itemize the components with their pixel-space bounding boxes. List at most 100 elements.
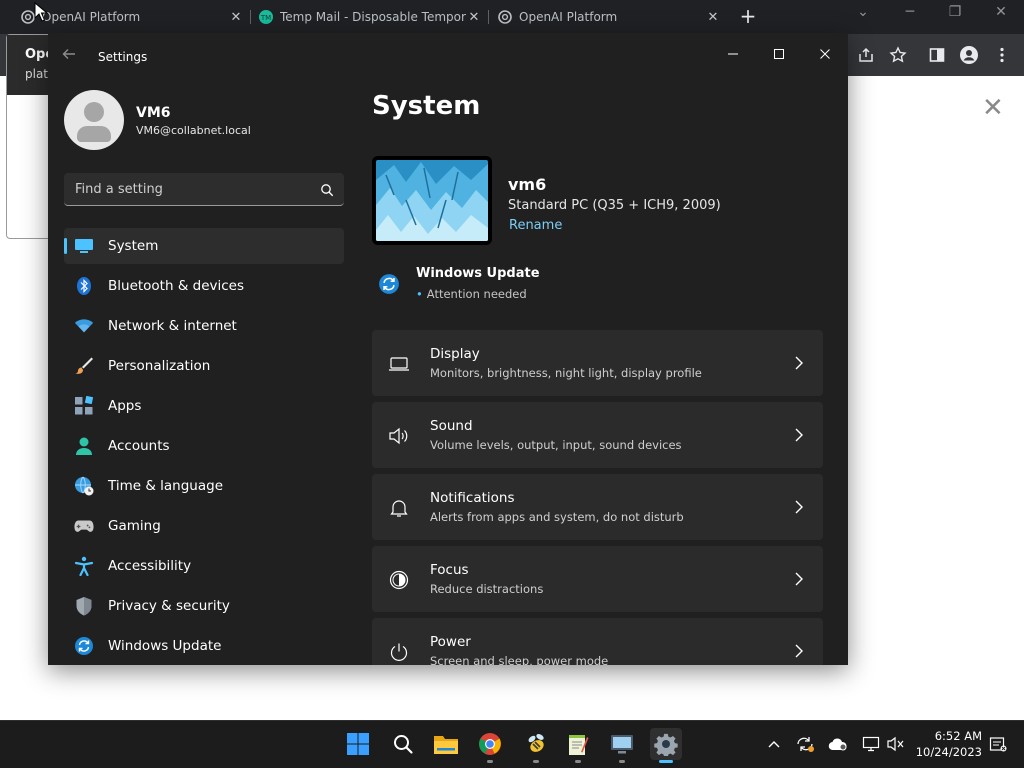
- close-button[interactable]: [805, 39, 845, 69]
- device-name: vm6: [508, 175, 547, 194]
- nav-item-apps[interactable]: Apps: [64, 388, 344, 424]
- browser-tab-openai-2[interactable]: OpenAI Platform ✕: [497, 0, 721, 34]
- bee-app-icon[interactable]: [520, 728, 552, 760]
- setting-card-focus[interactable]: Focus Reduce distractions: [372, 546, 823, 612]
- tab-search-chevron-icon[interactable]: ⌄: [851, 4, 875, 20]
- active-indicator: [64, 238, 67, 254]
- nav-label: Personalization: [108, 358, 211, 374]
- running-indicator: [575, 760, 581, 763]
- openai-logo-icon: [497, 9, 513, 25]
- nav-item-accounts[interactable]: Accounts: [64, 428, 344, 464]
- nav-item-personalization[interactable]: Personalization: [64, 348, 344, 384]
- nav-label: System: [108, 238, 159, 254]
- browser-menu-icon[interactable]: [991, 44, 1013, 66]
- chevron-right-icon: [793, 353, 805, 373]
- setting-card-power[interactable]: Power Screen and sleep, power mode: [372, 618, 823, 665]
- setting-card-notifications[interactable]: Notifications Alerts from apps and syste…: [372, 474, 823, 540]
- card-subtitle: Alerts from apps and system, do not dist…: [430, 510, 684, 524]
- search-placeholder: Find a setting: [75, 182, 163, 197]
- tab-title: Temp Mail - Disposable Temporary Email: [280, 10, 466, 24]
- nav-label: Bluetooth & devices: [108, 278, 245, 294]
- tab-close-icon[interactable]: ✕: [466, 10, 482, 25]
- browser-tab-openai-1[interactable]: OpenAI Platform ✕: [20, 0, 244, 34]
- browser-close-icon[interactable]: ✕: [989, 4, 1013, 20]
- windows-update-title[interactable]: Windows Update: [416, 266, 540, 281]
- power-icon: [388, 641, 410, 663]
- network-monitor-tray-icon[interactable]: [861, 735, 881, 753]
- nav-item-privacy-security[interactable]: Privacy & security: [64, 588, 344, 624]
- user-name: VM6: [136, 105, 171, 121]
- volume-muted-icon[interactable]: [886, 735, 906, 753]
- page-close-icon[interactable]: ✕: [982, 95, 1004, 121]
- tab-close-icon[interactable]: ✕: [228, 10, 244, 25]
- nav-item-bluetooth-devices[interactable]: Bluetooth & devices: [64, 268, 344, 304]
- accessibility-person-icon: [74, 556, 94, 576]
- settings-window: Settings VM6 VM6@collabnet.local Find a …: [48, 33, 848, 665]
- new-tab-button[interactable]: +: [738, 5, 758, 29]
- chrome-browser-icon[interactable]: [474, 728, 506, 760]
- update-sync-tray-icon[interactable]: [795, 735, 815, 753]
- avatar-head-shape: [84, 102, 104, 122]
- nav-item-network-internet[interactable]: Network & internet: [64, 308, 344, 344]
- taskbar-clock-time[interactable]: 6:52 AM: [930, 729, 982, 743]
- maximize-button[interactable]: [759, 39, 799, 69]
- tab-close-icon[interactable]: ✕: [705, 10, 721, 25]
- windows-update-status: • Attention needed: [416, 287, 527, 301]
- taskbar-clock-date[interactable]: 10/24/2023: [912, 745, 982, 759]
- apps-grid-icon: [74, 396, 94, 416]
- account-person-icon: [74, 436, 94, 456]
- notification-center-icon[interactable]: [988, 735, 1008, 753]
- nav-label: Windows Update: [108, 638, 222, 654]
- nav-label: Privacy & security: [108, 598, 230, 614]
- search-icon[interactable]: [320, 182, 334, 197]
- minimize-button[interactable]: [713, 39, 753, 69]
- wifi-icon: [74, 316, 94, 336]
- windows-update-status-icon[interactable]: [378, 273, 400, 295]
- nav-item-accessibility[interactable]: Accessibility: [64, 548, 344, 584]
- settings-gear-taskbar-icon[interactable]: [650, 728, 682, 760]
- chevron-right-icon: [793, 569, 805, 589]
- nav-label: Time & language: [108, 478, 224, 494]
- taskbar-search-icon[interactable]: [387, 728, 419, 760]
- nav-label: Accessibility: [108, 558, 192, 574]
- onedrive-cloud-icon[interactable]: [828, 735, 848, 753]
- start-windows-logo-icon[interactable]: [342, 728, 374, 760]
- browser-minimize-icon[interactable]: ─: [898, 4, 922, 20]
- setting-card-sound[interactable]: Sound Volume levels, output, input, soun…: [372, 402, 823, 468]
- remote-desktop-icon[interactable]: [606, 728, 638, 760]
- avatar-body-shape: [77, 126, 111, 142]
- paintbrush-icon: [74, 356, 94, 376]
- share-icon[interactable]: [855, 44, 877, 66]
- active-app-indicator: [659, 760, 673, 763]
- side-panel-icon[interactable]: [926, 44, 948, 66]
- show-hidden-icons-chevron-icon[interactable]: [764, 735, 784, 753]
- laptop-display-icon: [388, 353, 410, 375]
- nav-item-gaming[interactable]: Gaming: [64, 508, 344, 544]
- notepad-plus-plus-icon[interactable]: [562, 728, 594, 760]
- bookmark-star-icon[interactable]: [887, 44, 909, 66]
- tab-title: OpenAI Platform: [519, 10, 618, 24]
- card-subtitle: Volume levels, output, input, sound devi…: [430, 438, 682, 452]
- chevron-right-icon: [793, 497, 805, 517]
- nav-item-system[interactable]: System: [64, 228, 344, 264]
- nav-item-windows-update[interactable]: Windows Update: [64, 628, 344, 664]
- file-explorer-icon[interactable]: [430, 728, 462, 760]
- user-avatar[interactable]: [64, 90, 124, 150]
- nav-item-time-language[interactable]: Time & language: [64, 468, 344, 504]
- nav-label: Accounts: [108, 438, 170, 454]
- setting-card-display[interactable]: Display Monitors, brightness, night ligh…: [372, 330, 823, 396]
- browser-restore-icon[interactable]: ❐: [943, 4, 967, 20]
- speaker-icon: [388, 425, 410, 447]
- rename-link[interactable]: Rename: [509, 218, 562, 233]
- status-dot-icon: •: [416, 287, 423, 301]
- browser-tab-temp-mail[interactable]: TM Temp Mail - Disposable Temporary Emai…: [258, 0, 482, 34]
- find-setting-search-box[interactable]: Find a setting: [64, 173, 344, 206]
- bell-icon: [388, 497, 410, 519]
- back-arrow-icon[interactable]: [62, 47, 76, 65]
- shield-icon: [74, 596, 94, 616]
- nav-label: Gaming: [108, 518, 161, 534]
- profile-icon[interactable]: [958, 44, 980, 66]
- mouse-cursor-icon: [34, 1, 49, 22]
- card-title: Display: [430, 346, 480, 362]
- temp-mail-icon: TM: [258, 9, 274, 25]
